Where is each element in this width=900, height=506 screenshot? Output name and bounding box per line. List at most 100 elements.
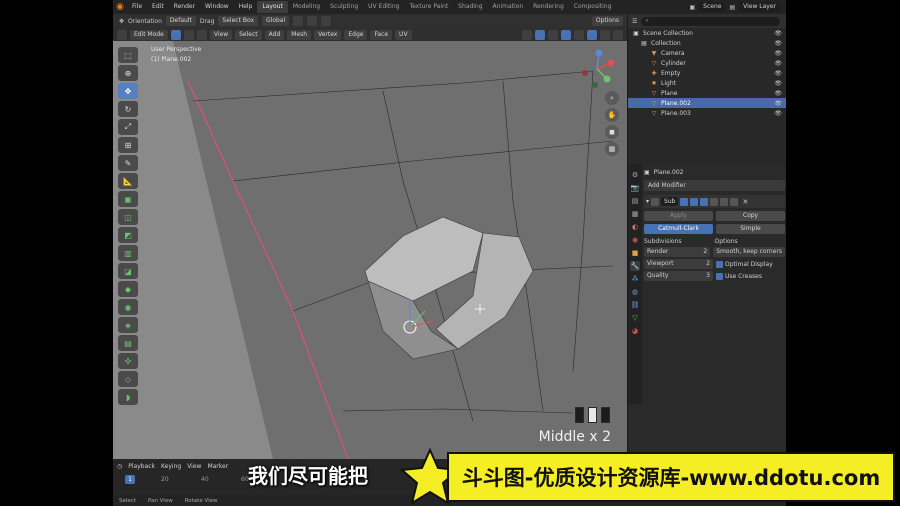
vertex-select-icon[interactable]	[170, 29, 181, 40]
view-layer-icon[interactable]: ▤	[729, 4, 735, 11]
menu-select[interactable]: Select	[235, 29, 262, 40]
render-tab-icon[interactable]: 📷	[630, 183, 640, 193]
keying-menu[interactable]: Keying	[161, 463, 181, 470]
outliner-editor-icon[interactable]: ☰	[632, 18, 637, 25]
tab-compositing[interactable]: Compositing	[569, 1, 617, 13]
eye-icon[interactable]: 👁	[774, 40, 782, 47]
bevel-tool-icon[interactable]: ◩	[118, 227, 138, 243]
particles-tab-icon[interactable]: ⁂	[630, 274, 640, 284]
edge-slide-tool-icon[interactable]: ▤	[118, 335, 138, 351]
shear-tool-icon[interactable]: ◇	[118, 371, 138, 387]
menu-uv[interactable]: UV	[395, 29, 412, 40]
eye-icon[interactable]: 👁	[774, 30, 782, 37]
shading-wireframe-icon[interactable]	[574, 29, 584, 40]
face-select-icon[interactable]	[196, 29, 207, 40]
smooth-tool-icon[interactable]: ◈	[118, 317, 138, 333]
zoom-icon[interactable]: ⌕	[605, 91, 619, 105]
inset-tool-icon[interactable]: ◫	[118, 209, 138, 225]
outliner-row[interactable]: ▽ Plane.002 👁	[628, 98, 786, 108]
current-frame-marker[interactable]: 1	[125, 475, 135, 484]
eye-icon[interactable]: 👁	[774, 80, 782, 87]
blender-logo-icon[interactable]: ◉	[113, 0, 127, 14]
rip-tool-icon[interactable]: ◗	[118, 389, 138, 405]
tab-rendering[interactable]: Rendering	[528, 1, 569, 13]
viewport-levels-field[interactable]: Viewport 2	[644, 259, 713, 269]
tab-uv-editing[interactable]: UV Editing	[363, 1, 404, 13]
timeline-editor-icon[interactable]: ◷	[117, 463, 122, 470]
render-toggle-icon[interactable]	[700, 197, 709, 206]
tab-shading[interactable]: Shading	[453, 1, 487, 13]
editor-type-icon[interactable]	[117, 29, 127, 40]
object-tab-icon[interactable]: ■	[630, 248, 640, 258]
outliner-row[interactable]: ▣ Scene Collection 👁	[628, 28, 786, 38]
loop-cut-tool-icon[interactable]: ▥	[118, 245, 138, 261]
simple-button[interactable]: Simple	[716, 224, 785, 234]
material-tab-icon[interactable]: ◕	[630, 326, 640, 336]
timeline-view-menu[interactable]: View	[187, 463, 201, 470]
shading-solid-icon[interactable]	[587, 29, 597, 40]
tab-layout[interactable]: Layout	[257, 1, 288, 13]
proportional-edit-icon[interactable]	[321, 16, 332, 26]
outliner-row[interactable]: ✸ Light 👁	[628, 78, 786, 88]
orientation-dropdown[interactable]: Default	[165, 16, 196, 26]
constraints-tab-icon[interactable]: ⛓	[630, 300, 640, 310]
menu-help[interactable]: Help	[234, 0, 258, 14]
world-tab-icon[interactable]: ◉	[630, 235, 640, 245]
shading-rendered-icon[interactable]	[613, 29, 623, 40]
visibility-icon[interactable]	[522, 29, 532, 40]
quality-field[interactable]: Quality 3	[644, 271, 713, 281]
poly-build-tool-icon[interactable]: ◆	[118, 281, 138, 297]
transform-tool-icon[interactable]: ⊞	[118, 137, 138, 153]
menu-add[interactable]: Add	[264, 29, 285, 40]
eye-icon[interactable]: 👁	[774, 90, 782, 97]
shrink-fatten-tool-icon[interactable]: ✣	[118, 353, 138, 369]
pin-icon[interactable]: ▣	[644, 169, 650, 176]
view-layer-field[interactable]: View Layer	[739, 2, 780, 12]
menu-window[interactable]: Window	[200, 0, 234, 14]
perspective-toggle-icon[interactable]: ▦	[605, 142, 619, 156]
apply-button[interactable]: Apply	[644, 211, 713, 221]
collapse-arrow-icon[interactable]: ▾	[646, 198, 649, 205]
outliner-row[interactable]: ✚ Empty 👁	[628, 68, 786, 78]
scale-tool-icon[interactable]: ⤢	[118, 119, 138, 135]
use-creases-checkbox[interactable]	[716, 272, 723, 280]
modifier-tab-icon[interactable]: 🔧	[630, 261, 640, 271]
menu-mesh[interactable]: Mesh	[287, 29, 312, 40]
menu-render[interactable]: Render	[169, 0, 200, 14]
move-up-icon[interactable]	[720, 197, 729, 206]
copy-button[interactable]: Copy	[716, 211, 785, 221]
outliner-search-input[interactable]: ⌕	[641, 16, 780, 26]
modifier-name-field[interactable]: Sub	[661, 197, 679, 206]
outliner-row[interactable]: ▤ Collection 👁	[628, 38, 786, 48]
menu-edit[interactable]: Edit	[147, 0, 169, 14]
outliner-row[interactable]: ▼ Camera 👁	[628, 48, 786, 58]
xray-icon[interactable]	[561, 29, 571, 40]
output-tab-icon[interactable]: ▤	[630, 196, 640, 206]
tab-texture-paint[interactable]: Texture Paint	[404, 1, 453, 13]
edge-select-icon[interactable]	[183, 29, 194, 40]
tool-tab-icon[interactable]: ⚙	[630, 170, 640, 180]
knife-tool-icon[interactable]: ◪	[118, 263, 138, 279]
edit-mode-toggle-icon[interactable]	[680, 197, 689, 206]
render-levels-field[interactable]: Render 2	[644, 247, 711, 257]
mode-dropdown[interactable]: Edit Mode	[130, 29, 168, 40]
outliner-row[interactable]: ▽ Plane 👁	[628, 88, 786, 98]
menu-view[interactable]: View	[209, 29, 233, 40]
outliner-row[interactable]: ▽ Plane.003 👁	[628, 108, 786, 118]
viewport-toggle-icon[interactable]	[690, 197, 699, 206]
camera-view-icon[interactable]: ◼	[605, 125, 619, 139]
cursor-tool-icon[interactable]: ⊕	[118, 65, 138, 81]
move-tool-icon[interactable]: ✥	[118, 83, 138, 99]
pan-hand-icon[interactable]: ✋	[605, 108, 619, 122]
move-down-icon[interactable]	[730, 197, 739, 206]
select-tool-icon[interactable]: ⬚	[118, 47, 138, 63]
scene-tab-icon[interactable]: ◐	[630, 222, 640, 232]
extrude-tool-icon[interactable]: ▣	[118, 191, 138, 207]
tab-animation[interactable]: Animation	[488, 1, 529, 13]
menu-edge[interactable]: Edge	[344, 29, 368, 40]
eye-icon[interactable]: 👁	[774, 70, 782, 77]
playback-menu[interactable]: Playback	[128, 463, 155, 470]
cage-toggle-icon[interactable]	[710, 197, 719, 206]
options-dropdown[interactable]: Options	[591, 16, 623, 26]
outliner-row[interactable]: ▽ Cylinder 👁	[628, 58, 786, 68]
